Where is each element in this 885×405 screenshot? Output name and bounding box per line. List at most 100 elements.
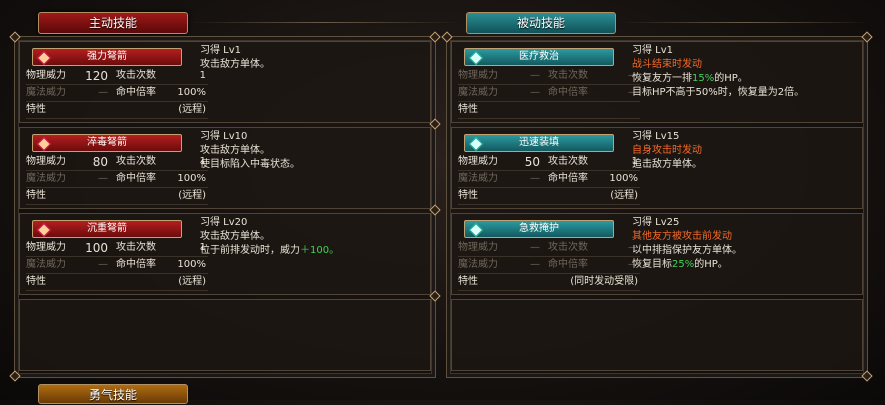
skill-card[interactable]: 迅速装填 物理威力 50 攻击次数 1 魔法威力 — 命中倍率 100% 特性 (远程) 习得… [451, 127, 863, 209]
magic-value: — [98, 259, 108, 270]
skill-name-tag: 急救掩护 [464, 220, 614, 238]
gem-icon [36, 50, 52, 66]
gem-icon [36, 222, 52, 238]
phys-value: 80 [92, 155, 108, 169]
desc-text: 位于前排发动时，威力 [200, 245, 300, 256]
label-trait: 特性 [458, 276, 478, 287]
skill-description: 习得 Lv25 其他友方被攻击前发动 以中排指保护友方单体。 恢复目标25%的H… [632, 216, 858, 272]
skill-name: 强力弩箭 [87, 51, 127, 62]
highlight-value: 25% [672, 259, 695, 270]
skill-name-tag: 淬毒弩箭 [32, 134, 182, 152]
label-hitrate: 命中倍率 [548, 259, 588, 270]
label-hitrate: 命中倍率 [548, 87, 588, 98]
label-magic: 魔法威力 [26, 259, 66, 270]
stats-table: 物理威力 50 攻击次数 1 魔法威力 — 命中倍率 100% 特性 (远程) [458, 154, 640, 205]
divider [190, 22, 460, 23]
skill-name: 沉重弩箭 [87, 223, 127, 234]
label-phys: 物理威力 [458, 242, 498, 253]
label-trait: 特性 [458, 190, 478, 201]
phys-value: — [530, 70, 540, 81]
tab-courage-skills[interactable]: 勇气技能 [38, 384, 188, 404]
skill-card[interactable]: 医疗救治 物理威力 — 攻击次数 — 魔法威力 — 命中倍率 — 特性 习得 Lv1 战斗结… [451, 41, 863, 123]
magic-value: — [98, 87, 108, 98]
label-magic: 魔法威力 [458, 259, 498, 270]
label-trait: 特性 [458, 104, 478, 115]
desc-text: 的HP。 [714, 73, 748, 84]
trait-value: (远程) [178, 104, 206, 115]
desc-line: 恢复目标25%的HP。 [632, 258, 858, 272]
label-magic: 魔法威力 [26, 87, 66, 98]
label-hitrate: 命中倍率 [116, 87, 156, 98]
learn-level: 习得 Lv10 [200, 131, 248, 142]
magic-value: — [530, 87, 540, 98]
label-trait: 特性 [26, 276, 46, 287]
stats-table: 物理威力 120 攻击次数 1 魔法威力 — 命中倍率 100% 特性 (远程) [26, 68, 208, 119]
gem-icon [468, 136, 484, 152]
skill-description: 习得 Lv1 战斗结束时发动 恢复友方一排15%的HP。 目标HP不高于50%时… [632, 44, 858, 100]
label-hits: 攻击次数 [548, 156, 588, 167]
magic-value: — [530, 259, 540, 270]
skill-card[interactable]: 淬毒弩箭 物理威力 80 攻击次数 1 魔法威力 — 命中倍率 100% 特性 (远程) 习得… [19, 127, 431, 209]
highlight-value: 15% [692, 73, 715, 84]
gem-icon [468, 222, 484, 238]
label-hitrate: 命中倍率 [548, 173, 588, 184]
skill-card[interactable]: 沉重弩箭 物理威力 100 攻击次数 1 魔法威力 — 命中倍率 100% 特性 (远程) 习… [19, 213, 431, 295]
stats-table: 物理威力 80 攻击次数 1 魔法威力 — 命中倍率 100% 特性 (远程) [26, 154, 208, 205]
desc-text: 的HP。 [694, 259, 728, 270]
label-hitrate: 命中倍率 [116, 173, 156, 184]
skill-card[interactable]: 急救掩护 物理威力 — 攻击次数 — 魔法威力 — 命中倍率 — 特性 (同时发动受限) 习得… [451, 213, 863, 295]
desc-line: 位于前排发动时，威力＋100。 [200, 244, 426, 258]
tab-passive-skills[interactable]: 被动技能 [466, 12, 616, 34]
magic-value: — [530, 173, 540, 184]
skill-name-tag: 医疗救治 [464, 48, 614, 66]
label-hits: 攻击次数 [116, 70, 156, 81]
learn-level: 习得 Lv15 [632, 131, 680, 142]
skill-name: 急救掩护 [519, 223, 559, 234]
desc-line: 攻击敌方单体。 [200, 59, 270, 70]
label-trait: 特性 [26, 104, 46, 115]
desc-line: 恢复友方一排15%的HP。 [632, 72, 858, 86]
stats-table: 物理威力 100 攻击次数 1 魔法威力 — 命中倍率 100% 特性 (远程) [26, 240, 208, 291]
trait-value: (同时发动受限) [570, 276, 638, 287]
label-hits: 攻击次数 [548, 242, 588, 253]
hitrate-value: 100% [177, 173, 206, 184]
skill-name: 淬毒弩箭 [87, 137, 127, 148]
trait-value: (远程) [178, 190, 206, 201]
skill-name-tag: 强力弩箭 [32, 48, 182, 66]
tab-active-skills[interactable]: 主动技能 [38, 12, 188, 34]
magic-value: — [98, 173, 108, 184]
trigger-text: 战斗结束时发动 [632, 59, 702, 70]
skill-card[interactable]: 强力弩箭 物理威力 120 攻击次数 1 魔法威力 — 命中倍率 100% 特性 (远程) 习… [19, 41, 431, 123]
label-magic: 魔法威力 [458, 173, 498, 184]
desc-line: 使目标陷入中毒状态。 [200, 159, 300, 170]
skill-name: 迅速装填 [519, 137, 559, 148]
phys-value: 120 [85, 69, 108, 83]
phys-value: — [530, 242, 540, 253]
label-phys: 物理威力 [26, 156, 66, 167]
desc-line: 攻击敌方单体。 [200, 145, 270, 156]
phys-value: 50 [524, 155, 540, 169]
label-trait: 特性 [26, 190, 46, 201]
label-phys: 物理威力 [458, 70, 498, 81]
divider [620, 22, 870, 23]
hitrate-value: 100% [177, 259, 206, 270]
label-hits: 攻击次数 [548, 70, 588, 81]
gem-icon [468, 50, 484, 66]
label-hits: 攻击次数 [116, 242, 156, 253]
hitrate-value: 100% [177, 87, 206, 98]
skill-description: 习得 Lv10 攻击敌方单体。 使目标陷入中毒状态。 [200, 130, 426, 172]
stats-table: 物理威力 — 攻击次数 — 魔法威力 — 命中倍率 — 特性 [458, 68, 640, 119]
learn-level: 习得 Lv1 [200, 45, 242, 56]
skill-description: 习得 Lv20 攻击敌方单体。 位于前排发动时，威力＋100。 [200, 216, 426, 258]
learn-level: 习得 Lv1 [632, 45, 674, 56]
desc-line: 以中排指保护友方单体。 [632, 245, 742, 256]
desc-line: 追击敌方单体。 [632, 159, 702, 170]
gem-icon [36, 136, 52, 152]
learn-level: 习得 Lv25 [632, 217, 680, 228]
learn-level: 习得 Lv20 [200, 217, 248, 228]
skill-description: 习得 Lv15 自身攻击时发动 追击敌方单体。 [632, 130, 858, 172]
label-magic: 魔法威力 [26, 173, 66, 184]
empty-skill-slot [451, 299, 863, 371]
trait-value: (远程) [610, 190, 638, 201]
desc-text: 恢复友方一排 [632, 73, 692, 84]
